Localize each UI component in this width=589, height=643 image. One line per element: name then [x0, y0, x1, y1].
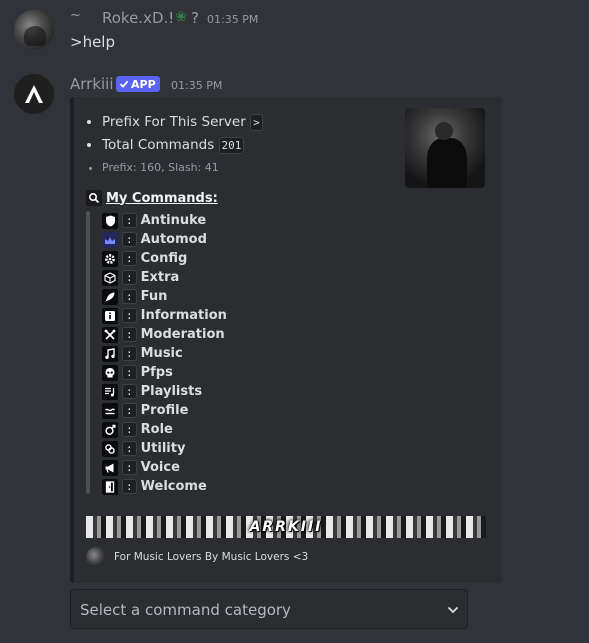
command-row-profile: : Profile [102, 401, 227, 420]
separator: : [122, 308, 137, 323]
info-icon [102, 307, 118, 324]
separator: : [122, 384, 137, 399]
command-name: Pfps [140, 365, 173, 380]
check-icon [119, 80, 129, 88]
select-placeholder: Select a command category [80, 601, 291, 619]
command-row-role: : Role [102, 420, 227, 439]
embed-info-list: Prefix For This Server > Total Commands … [88, 111, 263, 179]
command-name: Profile [140, 403, 189, 418]
rose-emoji-icon: ❀ [175, 9, 187, 25]
separator: : [122, 479, 137, 494]
reply-indicator: ~ [70, 8, 81, 23]
user-avatar[interactable] [14, 10, 54, 50]
command-row-information: : Information [102, 306, 227, 325]
embed-footer: For Music Lovers By Music Lovers <3 [86, 547, 308, 567]
blockquote-bar [86, 211, 90, 494]
prefix-value: > [250, 114, 263, 131]
command-row-playlists: : Playlists [102, 382, 227, 401]
bot-avatar[interactable] [14, 74, 54, 114]
command-name: Fun [140, 289, 168, 304]
separator: : [122, 422, 137, 437]
command-name: Playlists [140, 384, 203, 399]
embed-thumbnail[interactable] [405, 108, 485, 188]
total-commands-item: Total Commands 201 [102, 134, 263, 157]
separator: : [122, 289, 137, 304]
command-category-list: : Antinuke : Automod : Config : Extra: … [102, 211, 227, 496]
command-name: Extra [140, 270, 180, 285]
footer-text: For Music Lovers By Music Lovers <3 [114, 551, 309, 563]
separator: : [122, 270, 137, 285]
door-icon [102, 478, 118, 495]
command-name: Utility [140, 441, 186, 456]
embed-banner-image[interactable]: ARRKIII [86, 516, 486, 538]
command-row-utility: : Utility [102, 439, 227, 458]
skull-icon [102, 364, 118, 381]
automod-icon [102, 231, 118, 248]
footer-avatar [86, 547, 106, 567]
command-row-automod: : Automod [102, 230, 227, 249]
command-name: Moderation [140, 327, 225, 342]
command-row-music: : Music [102, 344, 227, 363]
message-content: >help [70, 33, 115, 51]
app-badge-label: APP [131, 77, 156, 91]
command-counts: Prefix: 160, Slash: 41 [102, 157, 263, 179]
bot-logo-icon [25, 85, 43, 103]
separator: : [122, 403, 137, 418]
separator: : [122, 327, 137, 342]
command-name: Automod [140, 232, 207, 247]
separator: : [122, 441, 137, 456]
command-name: Welcome [140, 479, 207, 494]
role-icon [102, 421, 118, 438]
help-embed: Prefix For This Server > Total Commands … [70, 97, 502, 583]
music-note-icon [102, 345, 118, 362]
username-suffix: ? [191, 9, 199, 27]
chevron-down-icon [447, 606, 459, 614]
commands-title: My Commands: [106, 190, 218, 206]
separator: : [122, 213, 137, 228]
command-name: Information [140, 308, 227, 323]
command-row-config: : Config [102, 249, 227, 268]
prefix-label: Prefix For This Server [102, 114, 246, 130]
command-row-pfps: : Pfps [102, 363, 227, 382]
tools-icon [102, 326, 118, 343]
command-row-extra: : Extra [102, 268, 227, 287]
shield-icon [102, 212, 118, 229]
rocket-icon [102, 288, 118, 305]
search-icon [86, 190, 102, 206]
message-timestamp: 01:35 PM [207, 13, 259, 26]
separator: : [122, 346, 137, 361]
bot-username[interactable]: Arrkiii [70, 75, 114, 93]
separator: : [122, 460, 137, 475]
cube-icon [102, 269, 118, 286]
user-message: ~ Roke.xD.! ❀ ? 01:35 PM >help [0, 0, 589, 62]
command-name: Music [140, 346, 183, 361]
command-name: Role [140, 422, 173, 437]
command-name: Config [140, 251, 188, 266]
utility-icon [102, 440, 118, 457]
separator: : [122, 365, 137, 380]
bot-timestamp: 01:35 PM [171, 79, 223, 92]
commands-heading: My Commands: [86, 189, 218, 207]
command-row-welcome: : Welcome [102, 477, 227, 496]
megaphone-icon [102, 459, 118, 476]
separator: : [122, 251, 137, 266]
total-commands-label: Total Commands [102, 137, 215, 153]
total-commands-value: 201 [218, 137, 245, 154]
command-row-antinuke: : Antinuke [102, 211, 227, 230]
profile-icon [102, 402, 118, 419]
prefix-item: Prefix For This Server > [102, 111, 263, 134]
command-row-voice: : Voice [102, 458, 227, 477]
embed-accent-bar [70, 97, 74, 583]
gear-icon [102, 250, 118, 267]
command-name: Antinuke [140, 213, 207, 228]
app-badge: APP [116, 76, 160, 92]
playlist-icon [102, 383, 118, 400]
command-name: Voice [140, 460, 180, 475]
command-category-select[interactable]: Select a command category [70, 589, 468, 629]
banner-text: ARRKIII [249, 519, 323, 535]
command-row-moderation: : Moderation [102, 325, 227, 344]
separator: : [122, 232, 137, 247]
command-row-fun: : Fun [102, 287, 227, 306]
username[interactable]: Roke.xD.! [102, 9, 174, 27]
